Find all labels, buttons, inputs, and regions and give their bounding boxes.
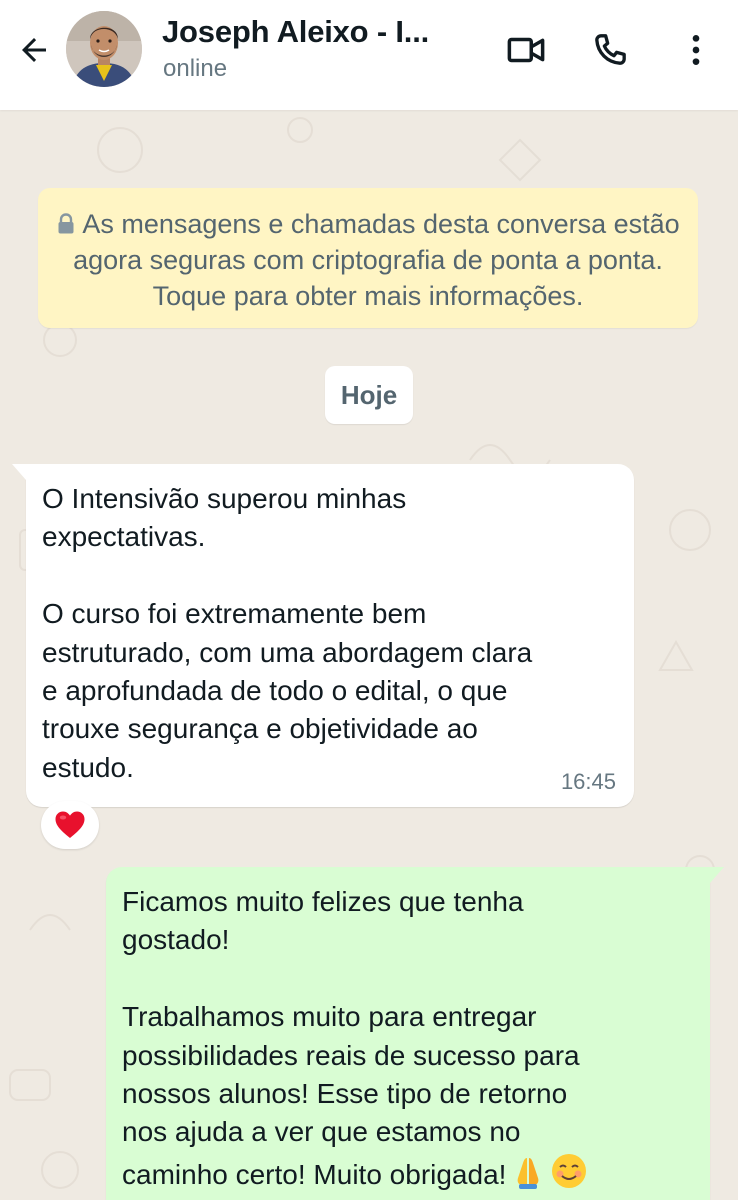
bubble-tail xyxy=(710,867,724,883)
avatar-photo xyxy=(66,11,142,87)
message-text: O Intensivão superou minhas expectativas… xyxy=(42,483,533,783)
folded-hands-icon xyxy=(510,1154,546,1200)
message-time: 16:45 xyxy=(560,769,616,794)
video-call-button[interactable] xyxy=(502,26,550,74)
chat-area[interactable]: As mensagens e chamadas desta conversa e… xyxy=(0,110,738,1200)
chat-header: Joseph Aleixo - I... online xyxy=(0,0,738,110)
red-heart-icon xyxy=(55,811,85,838)
more-options-button[interactable] xyxy=(672,26,720,74)
incoming-message-bubble[interactable]: O Intensivão superou minhas expectativas… xyxy=(12,464,634,807)
message-text: Ficamos muito felizes que tenha gostado!… xyxy=(122,883,698,1200)
message-body: Ficamos muito felizes que tenha gostado!… xyxy=(122,886,580,1190)
back-button[interactable] xyxy=(12,30,56,70)
encryption-notice[interactable]: As mensagens e chamadas desta conversa e… xyxy=(38,188,698,328)
contact-name[interactable]: Joseph Aleixo - I... xyxy=(162,14,462,50)
phone-icon xyxy=(595,34,626,65)
smiling-face-icon xyxy=(550,1152,588,1200)
date-divider: Hoje xyxy=(325,366,413,424)
more-vertical-icon xyxy=(692,35,700,65)
message-reaction[interactable] xyxy=(41,801,99,849)
encryption-notice-text: As mensagens e chamadas desta conversa e… xyxy=(73,209,680,311)
voice-call-button[interactable] xyxy=(586,26,634,74)
bubble-tail xyxy=(12,464,26,480)
lock-icon xyxy=(58,213,74,234)
contact-avatar[interactable] xyxy=(66,11,142,87)
video-camera-icon xyxy=(507,37,545,63)
arrow-left-icon xyxy=(22,38,46,62)
outgoing-message-bubble[interactable]: Ficamos muito felizes que tenha gostado!… xyxy=(106,867,724,1200)
contact-status: online xyxy=(163,55,228,82)
